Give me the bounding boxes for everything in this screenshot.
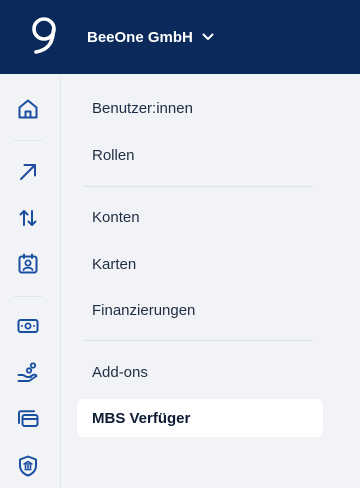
- menu-item-finanzierungen[interactable]: Finanzierungen: [77, 291, 323, 329]
- menu-item-mbs-verfueger[interactable]: MBS Verfüger: [77, 399, 323, 437]
- settings-menu: Benutzer:innen Rollen Konten Karten Fina…: [61, 74, 360, 488]
- beeone-logo-icon[interactable]: [26, 12, 62, 60]
- bank-shield-icon[interactable]: [16, 454, 40, 478]
- menu-item-label: Konten: [92, 208, 140, 226]
- banknote-icon[interactable]: [16, 314, 40, 338]
- menu-item-label: Benutzer:innen: [92, 99, 193, 117]
- contact-card-icon[interactable]: [16, 252, 40, 276]
- rail-divider: [14, 140, 42, 141]
- menu-item-konten[interactable]: Konten: [77, 198, 323, 236]
- top-header: BeeOne GmbH: [0, 0, 360, 74]
- hand-coins-icon[interactable]: [16, 361, 40, 385]
- icon-rail: [0, 74, 61, 488]
- chevron-down-icon: [202, 33, 214, 41]
- cards-icon[interactable]: [16, 407, 40, 431]
- org-switcher[interactable]: BeeOne GmbH: [87, 25, 214, 49]
- arrow-up-right-icon[interactable]: [16, 160, 40, 184]
- menu-item-add-ons[interactable]: Add-ons: [77, 353, 323, 391]
- menu-divider: [84, 186, 313, 187]
- menu-item-label: Karten: [92, 255, 137, 273]
- menu-item-label: Rollen: [92, 146, 135, 164]
- menu-item-label: MBS Verfüger: [92, 409, 191, 427]
- menu-item-rollen[interactable]: Rollen: [77, 136, 323, 174]
- menu-item-label: Finanzierungen: [92, 301, 196, 319]
- menu-item-karten[interactable]: Karten: [77, 245, 323, 283]
- menu-divider: [84, 340, 313, 341]
- menu-item-benutzer[interactable]: Benutzer:innen: [77, 89, 323, 127]
- menu-item-label: Add-ons: [92, 363, 148, 381]
- home-icon[interactable]: [16, 97, 40, 121]
- org-name: BeeOne GmbH: [87, 28, 193, 46]
- rail-divider: [14, 296, 42, 297]
- transfer-arrows-icon[interactable]: [16, 206, 40, 230]
